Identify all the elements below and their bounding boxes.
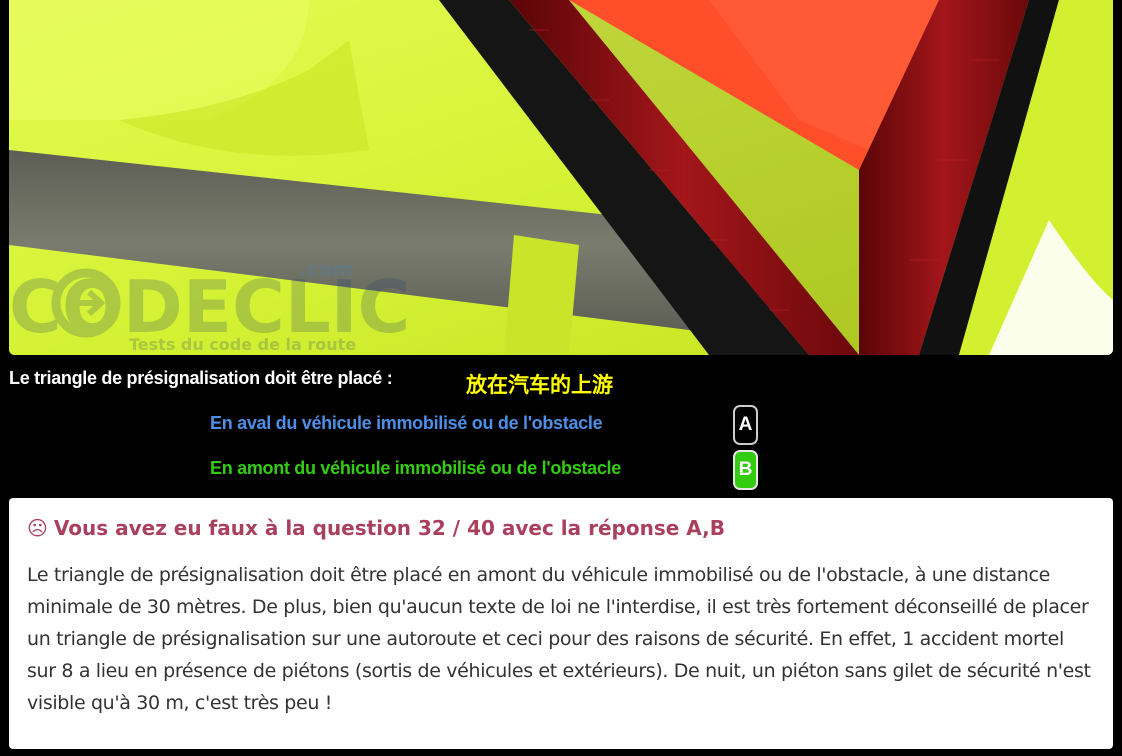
sad-face-icon: ☹	[27, 516, 48, 540]
question-translation: 放在汽车的上游	[466, 373, 613, 397]
result-explanation: Le triangle de présignalisation doit êtr…	[27, 564, 1091, 714]
quiz-page: CODECLIC .com Tests du code de la route …	[0, 0, 1122, 756]
watermark-tagline: Tests du code de la route	[129, 335, 356, 354]
answer-b-text[interactable]: En amont du véhicule immobilisé ou de l'…	[210, 458, 621, 479]
vest-and-triangle-photo: CODECLIC .com Tests du code de la route	[9, 0, 1113, 355]
question-image: CODECLIC .com Tests du code de la route	[9, 0, 1113, 355]
result-heading: ☹ Vous avez eu faux à la question 32 / 4…	[27, 516, 1095, 540]
question-text: Le triangle de présignalisation doit êtr…	[9, 368, 393, 388]
answer-a-button[interactable]: A	[733, 405, 758, 445]
codeclic-watermark: CODECLIC .com Tests du code de la route	[9, 257, 410, 354]
watermark-domain: .com	[299, 257, 353, 281]
answer-b-button[interactable]: B	[733, 450, 758, 490]
result-panel: ☹ Vous avez eu faux à la question 32 / 4…	[9, 498, 1113, 749]
result-title: Vous avez eu faux à la question 32 / 40 …	[53, 516, 725, 540]
answer-a-text[interactable]: En aval du véhicule immobilisé ou de l'o…	[210, 413, 603, 434]
